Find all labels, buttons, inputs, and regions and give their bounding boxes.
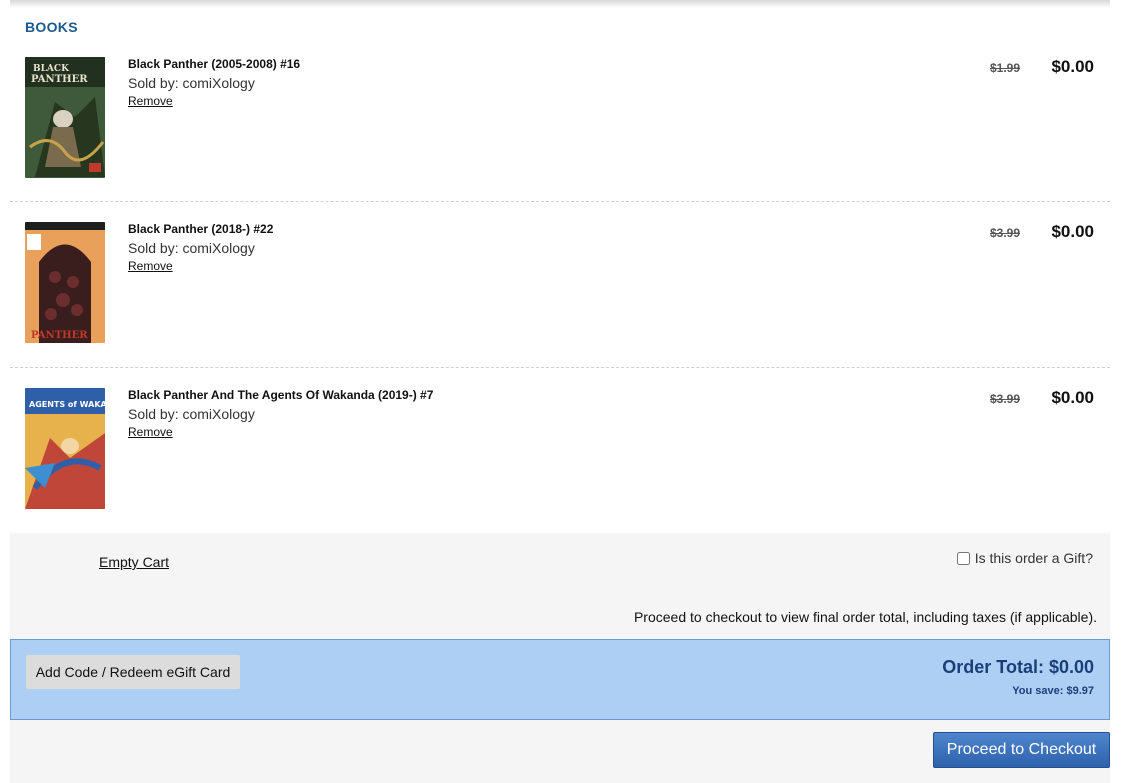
- order-total-bar: Add Code / Redeem eGift Card Order Total…: [10, 639, 1110, 720]
- cart-summary: Empty Cart Is this order a Gift? Proceed…: [10, 533, 1110, 783]
- item-title[interactable]: Black Panther And The Agents Of Wakanda …: [128, 388, 433, 402]
- comic-cover-image[interactable]: AGENTS of WAKANDA: [25, 388, 105, 509]
- cart-page: BOOKS BLACK PANTHER Black Panther (2005-…: [10, 0, 1110, 783]
- original-price: $1.99: [989, 61, 1020, 75]
- remove-link[interactable]: Remove: [128, 94, 173, 108]
- checkout-note: Proceed to checkout to view final order …: [633, 609, 1097, 625]
- sale-price: $0.00: [1051, 57, 1094, 76]
- original-price: $3.99: [989, 392, 1020, 406]
- gift-option[interactable]: Is this order a Gift?: [956, 550, 1093, 566]
- item-seller: Sold by: comiXology: [128, 75, 255, 91]
- svg-text:BLACK: BLACK: [33, 64, 70, 74]
- item-seller: Sold by: comiXology: [128, 240, 255, 256]
- sale-price: $0.00: [1051, 222, 1094, 241]
- cart-item: PANTHER Black Panther (2018-) #22 Sold b…: [10, 222, 1110, 368]
- section-title: BOOKS: [25, 19, 78, 35]
- original-price: $3.99: [989, 226, 1020, 240]
- cart-item: BLACK PANTHER Black Panther (2005-2008) …: [10, 57, 1110, 202]
- empty-cart-link[interactable]: Empty Cart: [99, 554, 169, 570]
- gift-checkbox[interactable]: [956, 551, 970, 565]
- svg-text:PANTHER: PANTHER: [31, 74, 88, 85]
- sale-price: $0.00: [1051, 388, 1094, 407]
- item-seller: Sold by: comiXology: [128, 406, 255, 422]
- item-title[interactable]: Black Panther (2018-) #22: [128, 222, 273, 236]
- gift-label: Is this order a Gift?: [974, 550, 1093, 566]
- redeem-code-button[interactable]: Add Code / Redeem eGift Card: [26, 655, 240, 689]
- remove-link[interactable]: Remove: [128, 259, 173, 273]
- savings-amount: You save: $9.97: [1012, 685, 1094, 697]
- comic-cover-image[interactable]: PANTHER: [25, 222, 105, 343]
- svg-text:PANTHER: PANTHER: [31, 330, 88, 341]
- cart-item: AGENTS of WAKANDA Black Panther And The …: [10, 388, 1110, 533]
- comic-cover-image[interactable]: BLACK PANTHER: [25, 57, 105, 178]
- remove-link[interactable]: Remove: [128, 425, 173, 439]
- top-divider: [10, 0, 1110, 8]
- item-title[interactable]: Black Panther (2005-2008) #16: [128, 57, 300, 71]
- order-total: Order Total: $0.00: [942, 657, 1094, 677]
- svg-text:AGENTS of WAKANDA: AGENTS of WAKANDA: [29, 400, 105, 409]
- proceed-to-checkout-button[interactable]: Proceed to Checkout: [933, 732, 1110, 768]
